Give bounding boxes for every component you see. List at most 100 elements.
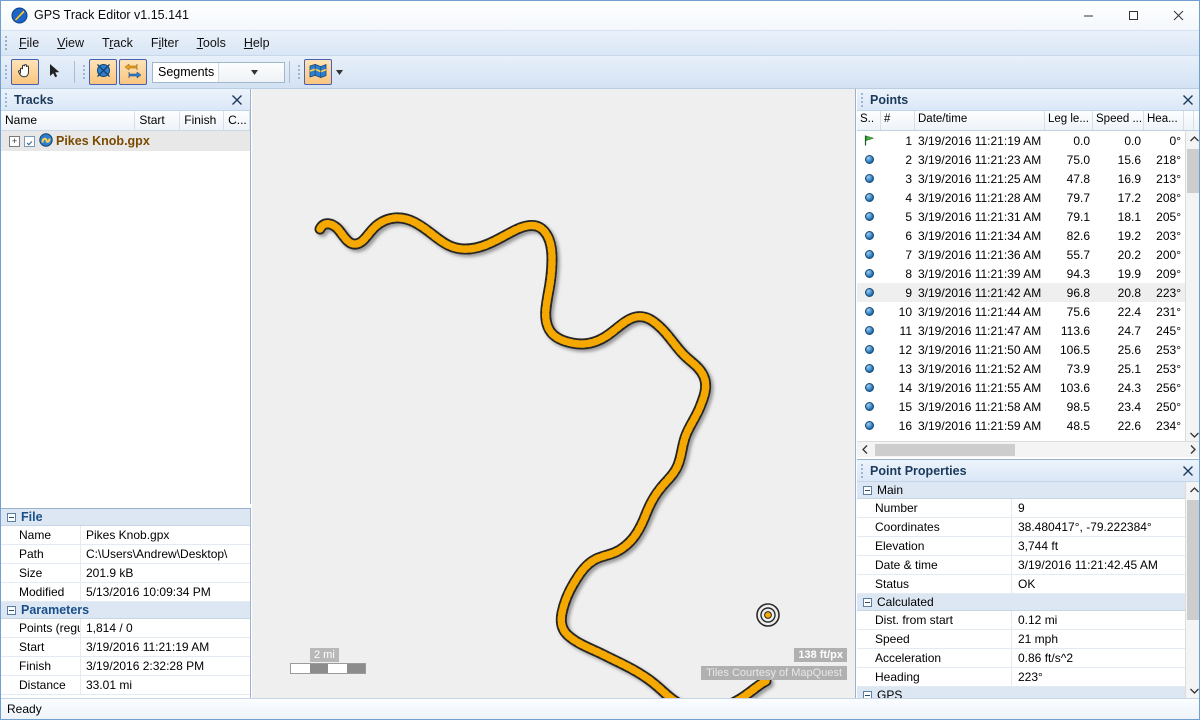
point-property-row[interactable]: Number 9	[857, 499, 1199, 518]
points-table-row[interactable]: 14 3/19/2016 11:21:55 AM 103.6 24.3 256°	[857, 378, 1199, 397]
tracks-list-item[interactable]: + Pikes Knob.gpx	[1, 131, 250, 151]
points-vertical-scrollbar[interactable]	[1185, 131, 1199, 443]
points-column-number[interactable]: #	[881, 111, 915, 130]
scroll-left-icon[interactable]	[857, 442, 873, 458]
chevron-down-icon[interactable]	[218, 62, 284, 82]
file-property-row[interactable]: Size 201.9 kB	[1, 564, 250, 583]
collapse-icon[interactable]	[7, 512, 16, 522]
selected-point-marker[interactable]	[756, 603, 780, 627]
property-value: 0.86 ft/s^2	[1018, 651, 1073, 665]
point-property-row[interactable]: Dist. from start 0.12 mi	[857, 611, 1199, 630]
tracks-column-start[interactable]: Start	[135, 111, 181, 130]
pan-hand-tool-button[interactable]	[11, 59, 39, 85]
delete-points-tool-button[interactable]	[89, 59, 117, 85]
points-panel-grip[interactable]	[857, 89, 866, 111]
points-horizontal-scrollbar[interactable]	[857, 441, 1199, 458]
toolbar-grip-handle-3[interactable]	[294, 56, 303, 89]
points-table-row[interactable]: 11 3/19/2016 11:21:47 AM 113.6 24.7 245°	[857, 321, 1199, 340]
file-properties-group-parameters[interactable]: Parameters	[1, 602, 250, 619]
file-property-row[interactable]: Path C:\Users\Andrew\Desktop\	[1, 545, 250, 564]
points-hscrollbar-thumb[interactable]	[875, 444, 1015, 456]
point-properties-group-calculated[interactable]: Calculated	[857, 594, 1199, 611]
close-button[interactable]	[1156, 1, 1199, 30]
scroll-down-icon[interactable]	[1186, 683, 1199, 699]
collapse-icon[interactable]	[863, 485, 872, 495]
scroll-up-icon[interactable]	[1186, 482, 1199, 498]
map-view[interactable]: 2 mi 138 ft/px Tiles Courtesy of MapQues…	[252, 89, 856, 698]
points-table-row[interactable]: 7 3/19/2016 11:21:36 AM 55.7 20.2 200°	[857, 245, 1199, 264]
point-property-row[interactable]: Acceleration 0.86 ft/s^2	[857, 649, 1199, 668]
maximize-button[interactable]	[1111, 1, 1156, 30]
file-properties-group-file[interactable]: File	[1, 509, 250, 526]
points-table-row[interactable]: 5 3/19/2016 11:21:31 AM 79.1 18.1 205°	[857, 207, 1199, 226]
file-property-row[interactable]: Points (regu 1,814 / 0	[1, 619, 250, 638]
point-property-row[interactable]: Date & time 3/19/2016 11:21:42.45 AM	[857, 556, 1199, 575]
points-table-row[interactable]: 1 3/19/2016 11:21:19 AM 0.0 0.0 0°	[857, 131, 1199, 150]
tracks-column-name[interactable]: Name	[1, 111, 136, 130]
point-properties-vertical-scrollbar[interactable]	[1185, 482, 1199, 699]
scroll-right-icon[interactable]	[1185, 442, 1199, 458]
point-properties-scrollbar-thumb[interactable]	[1187, 500, 1199, 620]
property-key: Number	[857, 499, 1012, 517]
file-property-row[interactable]: Finish 3/19/2016 2:32:28 PM	[1, 657, 250, 676]
tracks-panel-grip[interactable]	[1, 89, 10, 111]
menu-view[interactable]: View	[48, 33, 93, 53]
point-property-row[interactable]: Heading 223°	[857, 668, 1199, 687]
point-properties-group-main[interactable]: Main	[857, 482, 1199, 499]
menu-grip-handle[interactable]	[1, 31, 10, 56]
points-table-row[interactable]: 2 3/19/2016 11:21:23 AM 75.0 15.6 218°	[857, 150, 1199, 169]
swap-direction-tool-button[interactable]	[119, 59, 147, 85]
points-column-heading[interactable]: Hea...	[1144, 111, 1184, 130]
track-visibility-checkbox[interactable]	[24, 135, 35, 147]
scroll-up-icon[interactable]	[1186, 131, 1199, 147]
point-properties-grip[interactable]	[857, 460, 866, 482]
menu-filter[interactable]: Filter	[142, 33, 188, 53]
point-property-row[interactable]: Status OK	[857, 575, 1199, 594]
points-table-row[interactable]: 6 3/19/2016 11:21:34 AM 82.6 19.2 203°	[857, 226, 1199, 245]
tracks-column-finish[interactable]: Finish	[180, 111, 225, 130]
points-scrollbar-thumb[interactable]	[1187, 149, 1199, 193]
select-arrow-tool-button[interactable]	[41, 59, 69, 85]
points-table-row[interactable]: 3 3/19/2016 11:21:25 AM 47.8 16.9 213°	[857, 169, 1199, 188]
points-column-datetime[interactable]: Date/time	[915, 111, 1045, 130]
toolbar-grip-handle-1[interactable]	[1, 56, 10, 89]
points-table-row[interactable]: 8 3/19/2016 11:21:39 AM 94.3 19.9 209°	[857, 264, 1199, 283]
menu-help[interactable]: Help	[235, 33, 279, 53]
points-table-row[interactable]: 16 3/19/2016 11:21:59 AM 48.5 22.6 234°	[857, 416, 1199, 435]
file-property-row[interactable]: Distance 33.01 mi	[1, 676, 250, 695]
points-table-row[interactable]: 12 3/19/2016 11:21:50 AM 106.5 25.6 253°	[857, 340, 1199, 359]
points-column-extra[interactable]	[1184, 111, 1194, 130]
menu-track[interactable]: Track	[93, 33, 142, 53]
collapse-icon[interactable]	[7, 605, 16, 615]
toolbar-grip-handle-2[interactable]	[79, 56, 88, 89]
expand-icon[interactable]: +	[9, 135, 20, 147]
points-table-row-selected[interactable]: 9 3/19/2016 11:21:42 AM 96.8 20.8 223°	[857, 283, 1199, 302]
points-table-row[interactable]: 15 3/19/2016 11:21:58 AM 98.5 23.4 250°	[857, 397, 1199, 416]
tracks-panel-close-icon[interactable]	[229, 92, 245, 108]
file-property-row[interactable]: Name Pikes Knob.gpx	[1, 526, 250, 545]
file-property-row[interactable]: Modified 5/13/2016 10:09:34 PM	[1, 583, 250, 602]
points-column-status[interactable]: S..	[857, 111, 881, 130]
points-table-row[interactable]: 4 3/19/2016 11:21:28 AM 79.7 17.2 208°	[857, 188, 1199, 207]
point-property-row[interactable]: Elevation 3,744 ft	[857, 537, 1199, 556]
toolbar-mode-combo[interactable]: Segments	[152, 61, 285, 83]
map-source-tool-button[interactable]	[304, 59, 332, 85]
file-property-row[interactable]: Start 3/19/2016 11:21:19 AM	[1, 638, 250, 657]
map-source-dropdown-arrow[interactable]	[333, 59, 346, 85]
point-properties-close-icon[interactable]	[1180, 463, 1196, 479]
property-key: Points (regu	[1, 619, 81, 637]
point-datetime: 3/19/2016 11:21:59 AM	[918, 418, 1042, 433]
menu-file[interactable]: File	[10, 33, 48, 53]
points-column-speed[interactable]: Speed ...	[1093, 111, 1144, 130]
point-property-row[interactable]: Coordinates 38.480417°, -79.222384°	[857, 518, 1199, 537]
collapse-icon[interactable]	[863, 597, 872, 607]
points-column-leg-length[interactable]: Leg le...	[1045, 111, 1093, 130]
point-property-row[interactable]: Speed 21 mph	[857, 630, 1199, 649]
tracks-column-c[interactable]: C...	[224, 111, 250, 130]
points-table-row[interactable]: 10 3/19/2016 11:21:44 AM 75.6 22.4 231°	[857, 302, 1199, 321]
tracks-panel: Tracks Name Start Finish C... + Pikes Kn…	[1, 89, 251, 504]
points-panel-close-icon[interactable]	[1180, 92, 1196, 108]
minimize-button[interactable]	[1066, 1, 1111, 30]
menu-tools[interactable]: Tools	[188, 33, 235, 53]
points-table-row[interactable]: 13 3/19/2016 11:21:52 AM 73.9 25.1 253°	[857, 359, 1199, 378]
